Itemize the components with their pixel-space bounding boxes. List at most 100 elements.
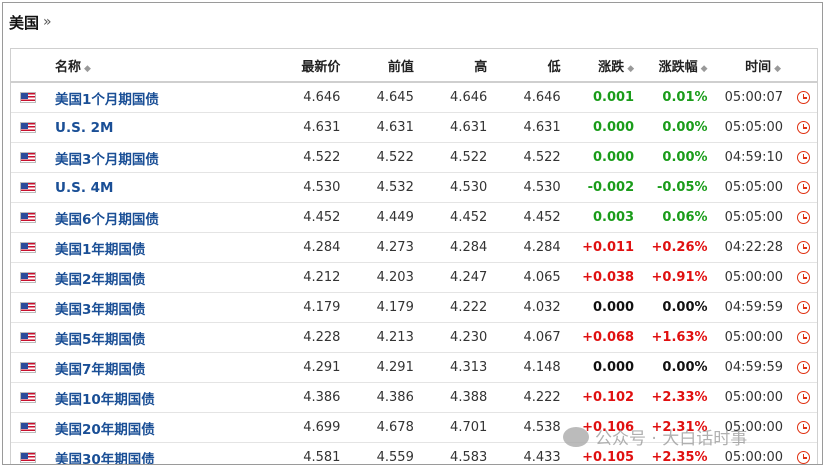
table-row[interactable]: 美国2年期国债 4.212 4.203 4.247 4.065 +0.038 +0.91% 0… — [11, 262, 817, 293]
clock-icon[interactable] — [796, 271, 810, 284]
clock-icon[interactable] — [796, 421, 810, 434]
clock-icon[interactable] — [796, 121, 810, 134]
header-change[interactable]: 涨跌 ◆ — [568, 49, 643, 83]
flag-cell — [11, 142, 45, 173]
bond-name-link[interactable]: 美国6个月期国债 — [55, 212, 159, 228]
bond-name-link[interactable]: 美国20年期国债 — [55, 422, 155, 438]
bond-name-link[interactable]: 美国1个月期国债 — [55, 92, 159, 108]
us-flag-icon — [20, 452, 36, 463]
clock-icon[interactable] — [796, 391, 810, 404]
high-value: 4.247 — [421, 262, 496, 293]
flag-cell — [11, 412, 45, 443]
bond-name-link[interactable]: 美国5年期国债 — [55, 332, 145, 348]
high-value: 4.646 — [421, 82, 496, 113]
clock-icon[interactable] — [796, 361, 810, 374]
clock-icon[interactable] — [796, 181, 810, 194]
clock-cell[interactable] — [789, 262, 817, 293]
name-cell[interactable]: 美国2年期国债 — [45, 262, 275, 293]
clock-icon[interactable] — [796, 211, 810, 224]
clock-cell[interactable] — [789, 322, 817, 353]
us-flag-icon — [20, 272, 36, 283]
low-value: 4.148 — [495, 352, 569, 383]
header-change-pct[interactable]: 涨跌幅 ◆ — [642, 49, 716, 83]
clock-cell[interactable] — [789, 412, 817, 443]
table-row[interactable]: 美国1年期国债 4.284 4.273 4.284 4.284 +0.011 +0.26% 0… — [11, 232, 817, 263]
name-cell[interactable]: 美国10年期国债 — [45, 382, 275, 413]
name-cell[interactable]: 美国1年期国债 — [45, 232, 275, 263]
table-row[interactable]: U.S. 2M 4.631 4.631 4.631 4.631 0.000 0.00% 05:… — [11, 112, 817, 143]
table-row[interactable]: 美国20年期国债 4.699 4.678 4.701 4.538 +0.106 +2.31%… — [11, 412, 817, 443]
table-row[interactable]: U.S. 4M 4.530 4.532 4.530 4.530 -0.002 -0.05% 0… — [11, 172, 817, 203]
us-flag-icon — [20, 422, 36, 433]
change-pct-value: -0.05% — [642, 172, 716, 203]
clock-icon[interactable] — [796, 91, 810, 104]
latest-value: 4.699 — [275, 412, 349, 443]
clock-icon[interactable] — [796, 331, 810, 344]
us-flag-icon — [20, 302, 36, 313]
table-row[interactable]: 美国30年期国债 4.581 4.559 4.583 4.433 +0.105 +2.35%… — [11, 442, 817, 465]
table-row[interactable]: 美国7年期国债 4.291 4.291 4.313 4.148 0.000 0.00% 04:… — [11, 352, 817, 383]
table-header-row: 名称 ◆ 最新价 前值 高 低 涨跌 ◆ 涨跌幅 ◆ 时间 ◆ — [11, 49, 817, 83]
more-link[interactable]: » — [43, 14, 52, 30]
table-row[interactable]: 美国5年期国债 4.228 4.213 4.230 4.067 +0.068 +1.63% 0… — [11, 322, 817, 353]
clock-cell[interactable] — [789, 202, 817, 233]
header-change-label: 涨跌 — [598, 59, 625, 75]
header-name[interactable]: 名称 ◆ — [45, 49, 275, 83]
table-row[interactable]: 美国10年期国债 4.386 4.386 4.388 4.222 +0.102 +2.33%… — [11, 382, 817, 413]
table-row[interactable]: 美国1个月期国债 4.646 4.645 4.646 4.646 0.001 0.01% 05… — [11, 82, 817, 113]
table-row[interactable]: 美国3个月期国债 4.522 4.522 4.522 4.522 0.000 0.00% 04… — [11, 142, 817, 173]
bond-name-link[interactable]: U.S. 2M — [55, 120, 113, 136]
name-cell[interactable]: 美国3个月期国债 — [45, 142, 275, 173]
name-cell[interactable]: 美国6个月期国债 — [45, 202, 275, 233]
clock-cell[interactable] — [789, 352, 817, 383]
bond-name-link[interactable]: 美国3个月期国债 — [55, 152, 159, 168]
clock-cell[interactable] — [789, 232, 817, 263]
high-value: 4.530 — [421, 172, 496, 203]
name-cell[interactable]: U.S. 4M — [45, 172, 275, 203]
name-cell[interactable]: 美国3年期国债 — [45, 292, 275, 323]
name-cell[interactable]: 美国7年期国债 — [45, 352, 275, 383]
clock-cell[interactable] — [789, 382, 817, 413]
sort-icon[interactable]: ◆ — [84, 64, 91, 74]
change-pct-value: +0.26% — [642, 232, 716, 263]
table-body: 美国1个月期国债 4.646 4.645 4.646 4.646 0.001 0.01% 05… — [11, 82, 817, 465]
table-row[interactable]: 美国3年期国债 4.179 4.179 4.222 4.032 0.000 0.00% 04:… — [11, 292, 817, 323]
name-cell[interactable]: U.S. 2M — [45, 112, 275, 143]
us-flag-icon — [20, 152, 36, 163]
us-flag-icon — [20, 242, 36, 253]
sort-icon[interactable]: ◆ — [774, 64, 781, 74]
bond-name-link[interactable]: 美国7年期国债 — [55, 362, 145, 378]
bond-table: 名称 ◆ 最新价 前值 高 低 涨跌 ◆ 涨跌幅 ◆ 时间 ◆ 美国1个月期国债 4.64… — [11, 49, 817, 465]
bond-name-link[interactable]: 美国2年期国债 — [55, 272, 145, 288]
name-cell[interactable]: 美国30年期国债 — [45, 442, 275, 465]
clock-cell[interactable] — [789, 292, 817, 323]
clock-cell[interactable] — [789, 172, 817, 203]
change-value: +0.106 — [568, 412, 643, 443]
bond-name-link[interactable]: U.S. 4M — [55, 180, 113, 196]
clock-cell[interactable] — [789, 82, 817, 113]
table-row[interactable]: 美国6个月期国债 4.452 4.449 4.452 4.452 0.003 0.06% 05… — [11, 202, 817, 233]
clock-cell[interactable] — [789, 112, 817, 143]
clock-icon[interactable] — [796, 151, 810, 164]
clock-cell[interactable] — [789, 142, 817, 173]
clock-icon[interactable] — [796, 451, 810, 464]
us-flag-icon — [20, 122, 36, 133]
header-time[interactable]: 时间 ◆ — [715, 49, 789, 83]
name-cell[interactable]: 美国1个月期国债 — [45, 82, 275, 113]
clock-icon[interactable] — [796, 241, 810, 254]
name-cell[interactable]: 美国20年期国债 — [45, 412, 275, 443]
time-value: 05:00:07 — [715, 82, 789, 113]
bond-name-link[interactable]: 美国30年期国债 — [55, 452, 155, 465]
sort-icon[interactable]: ◆ — [701, 64, 708, 74]
clock-cell[interactable] — [789, 442, 817, 464]
high-value: 4.522 — [421, 142, 496, 173]
low-value: 4.522 — [495, 142, 569, 173]
bond-name-link[interactable]: 美国1年期国债 — [55, 242, 145, 258]
bond-name-link[interactable]: 美国10年期国债 — [55, 392, 155, 408]
bond-name-link[interactable]: 美国3年期国债 — [55, 302, 145, 318]
flag-cell — [11, 322, 45, 353]
latest-value: 4.386 — [275, 382, 349, 413]
sort-icon[interactable]: ◆ — [627, 64, 634, 74]
clock-icon[interactable] — [796, 301, 810, 314]
name-cell[interactable]: 美国5年期国债 — [45, 322, 275, 353]
